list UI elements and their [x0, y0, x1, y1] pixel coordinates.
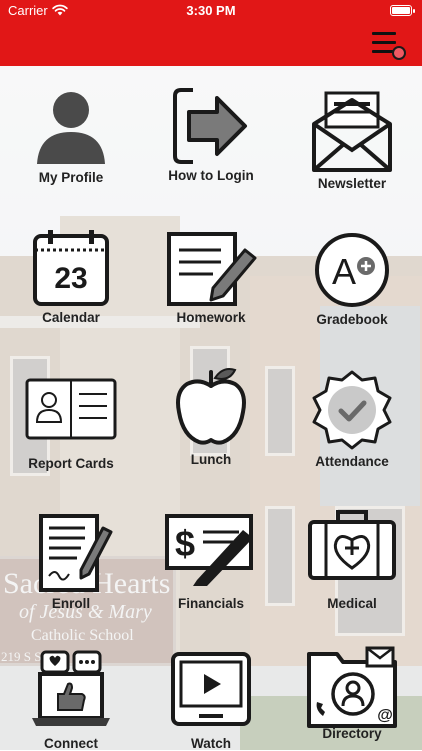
tile-label: Watch — [191, 736, 231, 751]
tile-label: Medical — [327, 596, 377, 611]
tile-gradebook[interactable]: A Gradebook — [282, 230, 422, 327]
tile-lunch[interactable]: Lunch — [141, 366, 281, 467]
tile-label: Attendance — [315, 454, 389, 469]
tile-enroll[interactable]: Enroll — [1, 510, 141, 611]
person-icon — [37, 92, 105, 164]
report-card-icon — [25, 378, 117, 440]
social-laptop-icon — [32, 650, 110, 726]
tile-label: Connect — [44, 736, 98, 751]
tile-financials[interactable]: $ Financials — [141, 510, 281, 611]
tile-label: Newsletter — [317, 176, 387, 191]
tile-connect[interactable]: Connect — [1, 648, 141, 751]
grade-a-plus-icon: A — [315, 233, 389, 307]
tile-watch[interactable]: Watch — [141, 652, 281, 751]
tile-label: My Profile — [38, 170, 104, 185]
tile-homework[interactable]: Homework — [141, 228, 281, 325]
tile-label: Gradebook — [316, 312, 388, 327]
form-pen-icon — [39, 514, 113, 592]
tile-report-cards[interactable]: Report Cards — [1, 376, 141, 471]
status-time: 3:30 PM — [186, 3, 236, 18]
video-play-icon — [171, 652, 251, 726]
tile-label: How to Login — [168, 168, 254, 183]
svg-text:@: @ — [377, 707, 393, 724]
tile-medical[interactable]: Medical — [282, 510, 422, 611]
contact-folder-icon: @ — [307, 646, 397, 728]
tile-directory[interactable]: @ Directory — [282, 646, 422, 741]
svg-text:$: $ — [175, 523, 195, 564]
tile-label: Report Cards — [28, 456, 114, 471]
hamburger-menu-button[interactable] — [372, 32, 406, 60]
notepad-pencil-icon — [167, 232, 257, 306]
battery-icon — [390, 5, 415, 16]
envelope-icon — [312, 91, 392, 172]
tile-label: Calendar — [42, 310, 100, 325]
notification-dot-icon — [392, 46, 406, 60]
tile-how-to-login[interactable]: How to Login — [141, 86, 281, 183]
tile-newsletter[interactable]: Newsletter — [282, 90, 422, 191]
apple-icon — [176, 368, 246, 445]
login-arrow-icon — [173, 88, 247, 164]
tile-calendar[interactable]: 23 Calendar — [1, 228, 141, 325]
app-header — [0, 22, 422, 66]
tile-label: Lunch — [190, 452, 232, 467]
tile-label: Financials — [177, 596, 245, 611]
tile-my-profile[interactable]: My Profile — [1, 88, 141, 185]
medical-kit-icon — [308, 510, 396, 580]
tile-attendance[interactable]: Attendance — [282, 368, 422, 469]
status-bar: Carrier 3:30 PM — [0, 0, 422, 22]
svg-text:A: A — [332, 251, 356, 292]
check-pen-icon: $ — [165, 514, 253, 586]
tile-label: Homework — [176, 310, 246, 325]
tile-label: Directory — [322, 726, 382, 741]
calendar-day-number: 23 — [54, 262, 87, 295]
checkmark-badge-icon — [312, 370, 392, 450]
tile-label: Enroll — [51, 596, 91, 611]
calendar-icon: 23 — [33, 230, 109, 306]
